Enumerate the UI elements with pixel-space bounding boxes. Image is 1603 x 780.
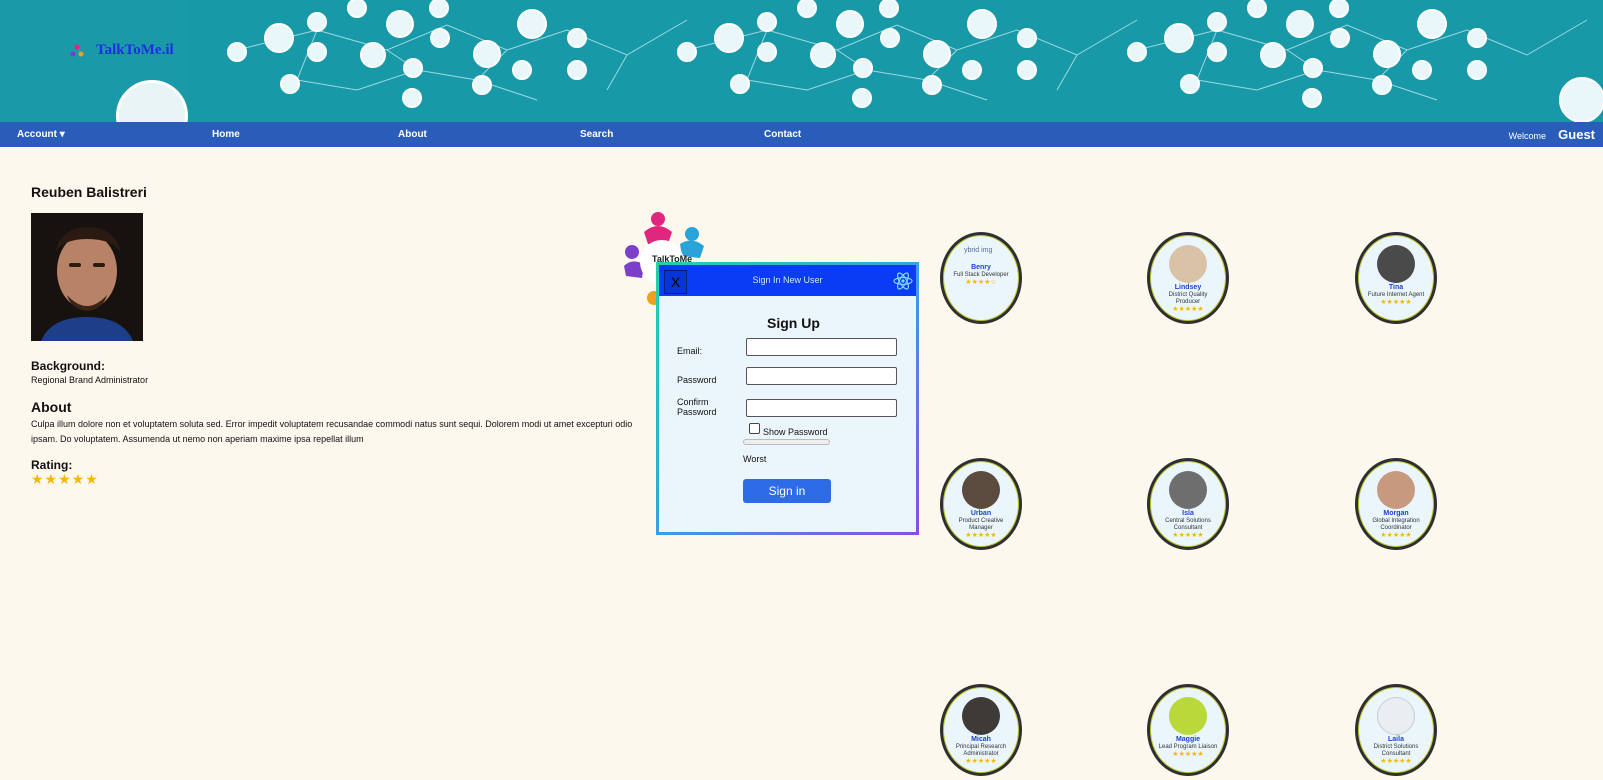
user-name[interactable]: Micah xyxy=(943,736,1019,744)
signup-modal-body: X Sign In New User Sign Up Email: Passwo… xyxy=(659,265,916,532)
user-photo xyxy=(1169,245,1207,283)
user-card[interactable]: Laila District Solutions Consultant ★★★★… xyxy=(1355,684,1437,776)
nav-contact[interactable]: Contact xyxy=(764,129,801,140)
profile-photo xyxy=(31,213,143,341)
user-rating-stars: ★★★★★ xyxy=(965,758,997,765)
user-photo-broken: ybrid img xyxy=(964,247,993,254)
network-illustration xyxy=(227,0,1603,122)
user-title: Lead Program Liaison xyxy=(1158,744,1218,750)
user-photo xyxy=(1377,471,1415,509)
brand-area: TalkToMe.il xyxy=(0,0,188,122)
header-banner: TalkToMe.il xyxy=(0,0,1603,122)
signup-heading: Sign Up xyxy=(767,315,820,331)
nav-about[interactable]: About xyxy=(398,129,427,140)
user-title: Full Stack Developer xyxy=(953,272,1009,278)
user-rating-stars: ★★★★☆ xyxy=(965,279,997,286)
background-value: Regional Brand Administrator xyxy=(31,375,149,385)
user-rating-stars: ★★★★★ xyxy=(1380,299,1412,306)
user-card[interactable]: ybrid img Benry Full Stack Developer ★★★… xyxy=(940,232,1022,324)
user-photo xyxy=(962,697,1000,735)
user-title: Product Creative Manager xyxy=(958,518,1004,531)
nav-home[interactable]: Home xyxy=(212,129,240,140)
about-heading: About xyxy=(31,399,72,415)
brand-name[interactable]: TalkToMe.il xyxy=(96,42,174,59)
user-card[interactable]: Tina Future Internet Agent ★★★★★ xyxy=(1355,232,1437,324)
confirm-password-field[interactable] xyxy=(746,399,897,417)
user-rating-stars: ★★★★★ xyxy=(1380,758,1412,765)
confirm-password-label: Confirm Password xyxy=(677,397,717,417)
user-card[interactable]: Micah Principal Research Administrator ★… xyxy=(940,684,1022,776)
rating-stars: ★★★★★ xyxy=(31,471,99,487)
nav-search[interactable]: Search xyxy=(580,129,613,140)
user-rating-stars: ★★★★★ xyxy=(1172,306,1204,313)
user-rating-stars: ★★★★★ xyxy=(1380,532,1412,539)
show-password-label[interactable]: Show Password xyxy=(763,427,828,437)
profile-photo-image xyxy=(31,213,143,341)
user-card[interactable]: Maggie Lead Program Liaison ★★★★★ xyxy=(1147,684,1229,776)
nav-account-dropdown[interactable]: Account ▾ xyxy=(17,129,65,140)
main-navbar: Account ▾ Home About Search Contact Welc… xyxy=(0,122,1603,147)
email-field[interactable] xyxy=(746,338,897,356)
user-photo xyxy=(1377,245,1415,283)
user-title: District Solutions Consultant xyxy=(1373,744,1419,757)
user-card[interactable]: Isla Central Solutions Consultant ★★★★★ xyxy=(1147,458,1229,550)
password-label: Password xyxy=(677,375,717,385)
rating-heading: Rating: xyxy=(31,458,73,472)
password-strength-meter xyxy=(743,439,830,445)
signup-modal: X Sign In New User Sign Up Email: Passwo… xyxy=(656,262,919,535)
password-strength-label: Worst xyxy=(743,454,767,464)
sign-in-button[interactable]: Sign in xyxy=(743,479,831,503)
user-name[interactable]: Laila xyxy=(1358,736,1434,744)
user-rating-stars: ★★★★★ xyxy=(1172,751,1204,758)
email-label: Email: xyxy=(677,346,703,356)
user-title: Principal Research Administrator xyxy=(955,744,1007,757)
user-name[interactable]: Lindsey xyxy=(1150,284,1226,292)
user-photo xyxy=(1169,471,1207,509)
user-title: Central Solutions Consultant xyxy=(1165,518,1211,531)
user-photo xyxy=(1169,697,1207,735)
user-name[interactable]: Morgan xyxy=(1358,510,1434,518)
user-photo xyxy=(1377,697,1415,735)
user-card[interactable]: Lindsey District Quality Producer ★★★★★ xyxy=(1147,232,1229,324)
user-title: Future Internet Agent xyxy=(1367,292,1425,298)
modal-header: X Sign In New User xyxy=(659,265,916,296)
background-heading: Background: xyxy=(31,359,106,373)
react-logo-icon xyxy=(893,272,913,290)
brand-logo-icon xyxy=(70,44,84,57)
profile-name: Reuben Balistreri xyxy=(31,184,147,200)
user-name[interactable]: Maggie xyxy=(1150,736,1226,744)
user-rating-stars: ★★★★★ xyxy=(1172,532,1204,539)
user-name[interactable]: Urban xyxy=(943,510,1019,518)
banner-avatar-image xyxy=(116,80,188,122)
user-name[interactable]: Tina xyxy=(1358,284,1434,292)
user-rating-stars: ★★★★★ xyxy=(965,532,997,539)
user-name[interactable]: Benry xyxy=(943,264,1019,272)
user-card[interactable]: Morgan Global Integration Coordinator ★★… xyxy=(1355,458,1437,550)
modal-title: Sign In New User xyxy=(752,275,823,285)
current-user-name: Guest xyxy=(1558,127,1595,142)
user-name[interactable]: Isla xyxy=(1150,510,1226,518)
user-title: District Quality Producer xyxy=(1168,292,1208,305)
password-field[interactable] xyxy=(746,367,897,385)
user-photo xyxy=(962,471,1000,509)
about-text: Culpa illum dolore non et voluptatem sol… xyxy=(31,419,633,444)
show-password-checkbox[interactable] xyxy=(749,423,760,434)
welcome-text: Welcome xyxy=(1508,131,1546,141)
user-title: Global Integration Coordinator xyxy=(1372,518,1420,531)
user-card[interactable]: Urban Product Creative Manager ★★★★★ xyxy=(940,458,1022,550)
